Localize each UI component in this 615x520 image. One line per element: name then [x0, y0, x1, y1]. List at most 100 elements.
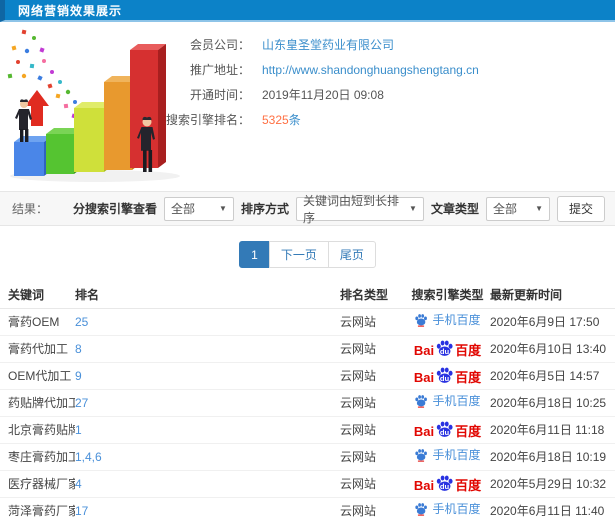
rank-link[interactable]: 8 — [75, 342, 82, 356]
time-cell: 2020年6月10日 13:40 — [490, 335, 615, 363]
header-update-time: 最新更新时间 — [490, 281, 615, 309]
time-cell: 2020年6月9日 17:50 — [490, 308, 615, 336]
chevron-down-icon: ▼ — [409, 204, 417, 213]
engine-cell: Bai du 百度 — [405, 362, 490, 390]
rank-link[interactable]: 4 — [75, 477, 82, 491]
up-arrow — [25, 90, 49, 126]
sort-filter-label: 排序方式 — [240, 202, 289, 216]
baidu-paw-icon — [415, 503, 428, 516]
rank-cell: 27 — [75, 389, 340, 417]
mobile-baidu-label: 手机百度 — [432, 313, 481, 327]
next-page-button[interactable]: 下一页 — [268, 241, 329, 268]
ranking-count-number: 5325 — [262, 113, 289, 127]
baidu-logo: Bai du 百度 — [414, 474, 481, 492]
open-time-value: 2019年11月20日 09:08 — [262, 88, 384, 102]
mobile-baidu-logo: 手机百度 — [414, 502, 481, 516]
chevron-down-icon: ▼ — [219, 204, 227, 213]
baidu-logo-suffix: 百度 — [455, 478, 482, 493]
rank-type-cell: 云网站 — [340, 497, 405, 520]
mobile-baidu-label: 手机百度 — [432, 394, 481, 408]
company-info-fields: 会员公司： 山东皇圣堂药业有限公司 推广地址： http://www.shand… — [158, 32, 479, 132]
rank-link[interactable]: 1,4,6 — [75, 450, 102, 464]
field-ranking-count: 搜索引擎排名： 5325条 — [158, 107, 479, 132]
svg-text:du: du — [440, 347, 450, 356]
sort-filter-value: 关键词由短到长排序 — [302, 193, 399, 225]
rank-link[interactable]: 25 — [75, 315, 88, 329]
article-type-value: 全部 — [492, 202, 517, 216]
engine-cell: Bai du 百度 — [405, 335, 490, 363]
time-cell: 2020年6月11日 11:40 — [490, 497, 615, 520]
engine-cell: 手机百度 — [405, 389, 490, 417]
mobile-baidu-logo: 手机百度 — [414, 448, 481, 462]
open-time-label: 开通时间： — [189, 88, 250, 102]
company-name-link[interactable]: 山东皇圣堂药业有限公司 — [262, 36, 394, 53]
table-row: 北京膏药贴牌 1 云网站 Bai du 百度 2020年6月11日 11:18 — [0, 416, 615, 444]
promo-url-link[interactable]: http://www.shandonghuangshengtang.cn — [262, 63, 479, 77]
table-row: 枣庄膏药加工 1,4,6 云网站 手机百度 2020年6月18日 10:19 — [0, 443, 615, 471]
ranking-count-value: 5325条 — [262, 111, 301, 128]
rank-link[interactable]: 9 — [75, 369, 82, 383]
rank-cell: 17 — [75, 497, 340, 520]
table-header-row: 关键词 排名 排名类型 搜索引擎类型 最新更新时间 — [0, 281, 615, 309]
baidu-logo-bai: Bai — [413, 478, 435, 493]
mobile-baidu-label: 手机百度 — [432, 448, 481, 462]
rank-type-cell: 云网站 — [340, 389, 405, 417]
keyword-cell: 膏药OEM — [0, 308, 75, 336]
baidu-paw-icon: du — [436, 340, 453, 356]
rank-type-cell: 云网站 — [340, 416, 405, 444]
engine-cell: 手机百度 — [405, 308, 490, 336]
submit-button[interactable]: 提交 — [556, 195, 605, 222]
sort-filter-select[interactable]: 关键词由短到长排序 ▼ — [295, 194, 424, 225]
header-keyword: 关键词 — [0, 281, 75, 309]
keyword-cell: 菏泽膏药厂家 — [0, 497, 75, 520]
baidu-logo-bai: Bai — [413, 343, 435, 358]
baidu-logo-suffix: 百度 — [455, 370, 482, 385]
rank-link[interactable]: 27 — [75, 396, 88, 410]
engine-filter-label: 分搜索引擎查看 — [72, 202, 157, 216]
baidu-paw-icon — [415, 314, 428, 327]
svg-text:du: du — [440, 428, 450, 437]
keyword-cell: 膏药代加工 — [0, 335, 75, 363]
rank-link[interactable]: 1 — [75, 423, 82, 437]
table-row: OEM代加工 9 云网站 Bai du 百度 2020年6月5日 14:57 — [0, 362, 615, 390]
baidu-logo-suffix: 百度 — [455, 343, 482, 358]
article-type-label: 文章类型 — [430, 202, 479, 216]
page-title: 网络营销效果展示 — [18, 3, 123, 18]
time-cell: 2020年6月11日 11:18 — [490, 416, 615, 444]
table-row: 膏药代加工 8 云网站 Bai du 百度 2020年6月10日 13:40 — [0, 335, 615, 363]
keyword-cell: 枣庄膏药加工 — [0, 443, 75, 471]
baidu-logo: Bai du 百度 — [414, 420, 481, 438]
mobile-baidu-logo: 手机百度 — [414, 394, 481, 408]
mobile-baidu-logo: 手机百度 — [414, 313, 481, 327]
article-type-select[interactable]: 全部 ▼ — [485, 196, 550, 221]
keyword-table-body: 膏药OEM 25 云网站 手机百度 2020年6月9日 17:50 膏药代加工 … — [0, 308, 615, 520]
page-button-current[interactable]: 1 — [239, 241, 270, 268]
baidu-logo: Bai du 百度 — [414, 339, 481, 357]
rank-cell: 1,4,6 — [75, 443, 340, 471]
time-cell: 2020年6月5日 14:57 — [490, 362, 615, 390]
rank-cell: 4 — [75, 470, 340, 498]
promo-url-label: 推广地址： — [189, 63, 250, 77]
rank-type-cell: 云网站 — [340, 308, 405, 336]
engine-filter-select[interactable]: 全部 ▼ — [163, 196, 234, 221]
result-label: 结果： — [12, 202, 49, 216]
filter-bar: 结果： 分搜索引擎查看 全部 ▼ 排序方式 关键词由短到长排序 ▼ 文章类型 全… — [0, 191, 615, 226]
header-rank-type: 排名类型 — [340, 281, 405, 309]
table-row: 医疗器械厂家 4 云网站 Bai du 百度 2020年5月29日 10:32 — [0, 470, 615, 498]
rank-cell: 8 — [75, 335, 340, 363]
last-page-button[interactable]: 尾页 — [327, 241, 376, 268]
baidu-logo-bai: Bai — [413, 370, 435, 385]
keyword-cell: 药贴牌代加工 — [0, 389, 75, 417]
baidu-paw-icon: du — [436, 421, 453, 437]
table-row: 膏药OEM 25 云网站 手机百度 2020年6月9日 17:50 — [0, 308, 615, 336]
engine-cell: Bai du 百度 — [405, 416, 490, 444]
rank-cell: 9 — [75, 362, 340, 390]
baidu-paw-icon: du — [436, 367, 453, 383]
rank-link[interactable]: 17 — [75, 504, 88, 518]
rank-type-cell: 云网站 — [340, 443, 405, 471]
baidu-paw-icon — [415, 395, 428, 408]
svg-text:du: du — [440, 482, 450, 491]
rank-cell: 1 — [75, 416, 340, 444]
field-url: 推广地址： http://www.shandonghuangshengtang.… — [158, 57, 479, 82]
pagination: 1 下一页 尾页 — [0, 241, 615, 268]
